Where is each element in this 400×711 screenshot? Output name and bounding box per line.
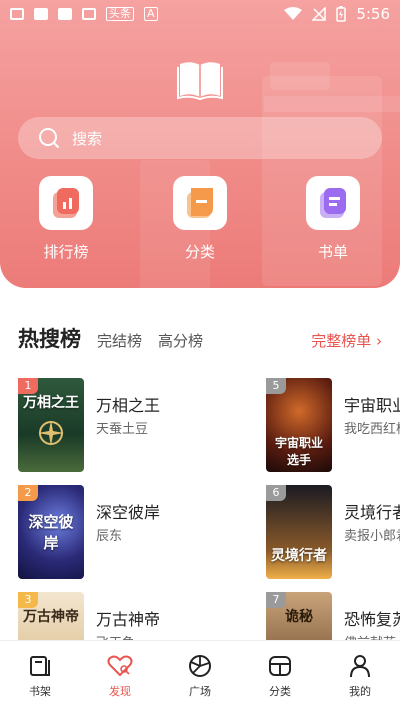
image-icon [10, 8, 24, 20]
a-icon: A [144, 7, 158, 21]
category-label: 书单 [317, 243, 348, 261]
book-title: 万相之王 [96, 396, 161, 415]
battery-icon [336, 6, 347, 22]
bookshelf-icon [30, 656, 50, 676]
lock-icon [82, 8, 96, 20]
book-title: 深空彼岸 [96, 503, 161, 522]
book-title: 恐怖复苏 [344, 610, 400, 629]
building-decoration [264, 96, 400, 112]
rank-badge: 3 [18, 592, 38, 608]
book-title: 宇宙职业选手 [344, 396, 400, 415]
rank-badge: 2 [18, 485, 38, 501]
rank-badge: 7 [266, 592, 286, 608]
tab-label: 我的 [349, 685, 371, 698]
book-item[interactable]: 宇宙职业选手 5 宇宙职业选手 我吃西红柿 [266, 378, 400, 472]
discover-icon [107, 655, 133, 677]
news-icon [34, 8, 48, 20]
header-banner: 头条 A 5:56 搜索 排行榜 分类 书单 [0, 0, 400, 288]
category-grid-icon [269, 656, 291, 676]
hot-search-header: 热搜榜 完结榜 高分榜 完整榜单 › [18, 323, 382, 355]
wifi-icon [284, 7, 303, 20]
booklist-icon [306, 176, 360, 230]
building-decoration [270, 62, 330, 90]
book-author: 我吃西红柿 [344, 422, 400, 437]
book-author: 天蚕土豆 [96, 422, 149, 437]
tab-high-score[interactable]: 高分榜 [158, 330, 203, 351]
category-icon [173, 176, 227, 230]
no-signal-icon [312, 7, 327, 21]
category-booklist[interactable]: 书单 [298, 176, 368, 262]
search-placeholder: 搜索 [72, 129, 103, 148]
book-title: 万古神帝 [96, 610, 161, 629]
system-status: 5:56 [284, 5, 390, 23]
rank-badge: 6 [266, 485, 286, 501]
profile-icon [350, 655, 370, 678]
status-bar: 头条 A 5:56 [0, 0, 400, 28]
book-item[interactable]: 万相之王 1 万相之王 天蚕土豆 [18, 378, 258, 472]
category-classify[interactable]: 分类 [165, 176, 235, 262]
book-title: 灵境行者 [344, 503, 400, 522]
square-icon [189, 655, 211, 677]
category-label: 排行榜 [43, 243, 89, 261]
category-label: 分类 [184, 243, 215, 261]
emblem-icon [38, 420, 64, 446]
tab-discover[interactable]: 发现 [80, 641, 160, 711]
bottom-nav: 书架 发现 广场 分类 我的 [0, 640, 400, 711]
rank-badge: 1 [18, 378, 38, 394]
tab-label: 分类 [269, 685, 291, 698]
rank-badge: 5 [266, 378, 286, 394]
tab-profile[interactable]: 我的 [320, 641, 400, 711]
tab-square[interactable]: 广场 [160, 641, 240, 711]
tab-label: 书架 [29, 685, 51, 698]
screen: 头条 A 5:56 搜索 排行榜 分类 书单 热搜榜 完结榜 高分榜 完整榜单 … [0, 0, 400, 711]
book-icon [58, 8, 72, 20]
tab-label: 广场 [189, 685, 211, 698]
tab-hot-search[interactable]: 热搜榜 [18, 323, 81, 353]
toutiao-icon: 头条 [106, 7, 134, 21]
full-ranking-link[interactable]: 完整榜单 › [311, 330, 382, 351]
book-author: 卖报小郎君 [344, 529, 400, 544]
tab-bookshelf[interactable]: 书架 [0, 641, 80, 711]
clock: 5:56 [356, 5, 390, 23]
tab-completed[interactable]: 完结榜 [97, 330, 142, 351]
notification-icons: 头条 A [10, 7, 158, 21]
book-item[interactable]: 灵境行者 6 灵境行者 卖报小郎君 [266, 485, 400, 579]
book-item[interactable]: 深空彼岸 2 深空彼岸 辰东 [18, 485, 258, 579]
tab-label: 发现 [109, 685, 131, 698]
book-author: 辰东 [96, 529, 123, 544]
tab-category[interactable]: 分类 [240, 641, 320, 711]
book-logo-icon [177, 62, 223, 100]
category-ranking[interactable]: 排行榜 [31, 176, 101, 262]
chart-icon [39, 176, 93, 230]
search-bar[interactable]: 搜索 [18, 117, 382, 159]
search-icon [39, 128, 59, 148]
